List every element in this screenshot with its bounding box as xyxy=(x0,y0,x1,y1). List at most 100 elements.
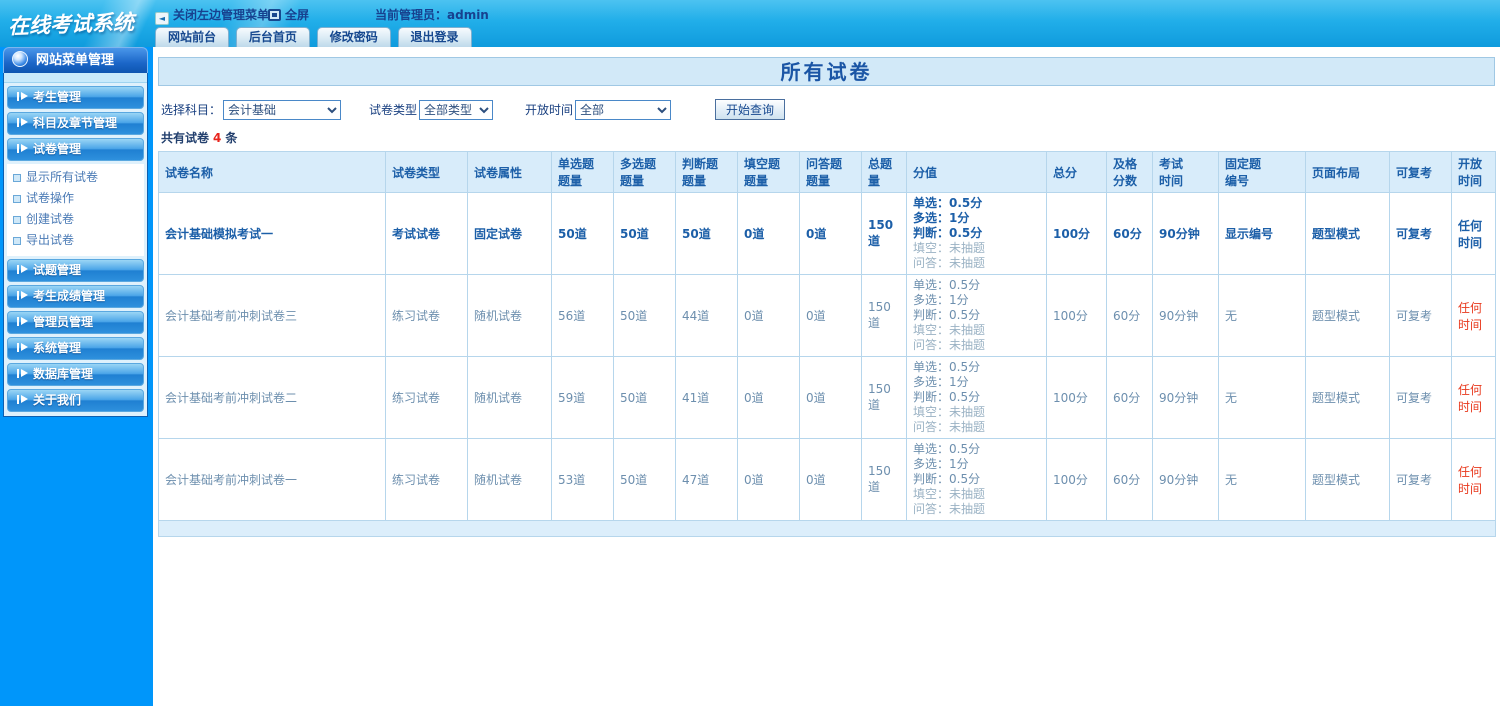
sidebar-group-database[interactable]: 数据库管理 xyxy=(7,363,144,386)
tab-change-password[interactable]: 修改密码 xyxy=(316,27,391,47)
fullscreen-button[interactable]: 全屏 xyxy=(268,6,309,23)
square-bullet-icon xyxy=(13,216,21,224)
col-paper-type: 试卷类型 xyxy=(385,151,468,193)
tab-logout[interactable]: 退出登录 xyxy=(397,27,472,47)
col-single-count: 单选题 题量 xyxy=(551,151,614,193)
group-label: 试题管理 xyxy=(33,263,82,277)
tab-admin-home[interactable]: 后台首页 xyxy=(235,27,310,47)
sidebar-group-questions[interactable]: 试题管理 xyxy=(7,259,144,282)
tab-site-front[interactable]: 网站前台 xyxy=(155,27,230,47)
close-left-menu-button[interactable]: ◄ 关闭左边管理菜单 xyxy=(155,6,269,25)
submenu-paper-operations[interactable]: 试卷操作 xyxy=(13,188,144,209)
col-open-time: 开放时间 xyxy=(1451,151,1496,193)
score-line: 多选：1分 xyxy=(913,293,969,307)
pass-score: 60分 xyxy=(1106,356,1153,439)
score-line: 单选：0.5分 xyxy=(913,196,983,210)
paper-type: 练习试卷 xyxy=(385,356,468,439)
col-paper-name: 试卷名称 xyxy=(158,151,386,193)
subject-select[interactable]: 会计基础 xyxy=(223,100,342,120)
submenu-label: 导出试卷 xyxy=(26,233,75,247)
group-label: 试卷管理 xyxy=(33,142,82,156)
qa-count: 0道 xyxy=(799,438,862,521)
score-line: 单选：0.5分 xyxy=(913,360,981,374)
score-values: 单选：0.5分 多选：1分 判断：0.5分 填空：未抽题 问答：未抽题 xyxy=(906,192,1047,275)
play-icon xyxy=(17,118,28,127)
sidebar-group-system[interactable]: 系统管理 xyxy=(7,337,144,360)
start-query-button[interactable]: 开始查询 xyxy=(715,99,786,120)
square-bullet-icon xyxy=(13,237,21,245)
sidebar-group-subjects[interactable]: 科目及章节管理 xyxy=(7,112,144,135)
paper-type-select[interactable]: 全部类型 xyxy=(419,100,494,120)
group-label: 关于我们 xyxy=(33,393,82,407)
total-count: 150道 xyxy=(861,192,907,275)
paper-count: 共有试卷 4 条 xyxy=(161,129,1500,146)
col-score-values: 分值 xyxy=(906,151,1047,193)
papers-table: 试卷名称 试卷类型 试卷属性 单选题 题量 多选题 题量 判断题 题量 填空题 … xyxy=(158,151,1496,537)
retake: 可复考 xyxy=(1389,274,1452,357)
total-count: 150道 xyxy=(861,438,907,521)
paper-attr: 随机试卷 xyxy=(467,438,552,521)
submenu-show-all-papers[interactable]: 显示所有试卷 xyxy=(13,167,144,188)
total-count: 150道 xyxy=(861,356,907,439)
col-multi-count: 多选题 题量 xyxy=(613,151,676,193)
paper-attr: 随机试卷 xyxy=(467,356,552,439)
papers-table-head: 试卷名称 试卷类型 试卷属性 单选题 题量 多选题 题量 判断题 题量 填空题 … xyxy=(158,151,1496,193)
current-admin-label: 当前管理员：admin xyxy=(375,8,489,22)
retake: 可复考 xyxy=(1389,356,1452,439)
group-label: 管理员管理 xyxy=(33,315,94,329)
sidebar: 网站菜单管理 考生管理 科目及章节管理 试卷管理 显示所有试卷 试卷操作 创建试… xyxy=(0,47,153,706)
score-line: 问答：未抽题 xyxy=(913,420,986,434)
score-line: 多选：1分 xyxy=(913,375,969,389)
sidebar-group-papers[interactable]: 试卷管理 xyxy=(7,138,144,161)
score-line: 多选：1分 xyxy=(913,457,969,471)
sidebar-group-admins[interactable]: 管理员管理 xyxy=(7,311,144,334)
table-row: 会计基础模拟考试一 考试试卷 固定试卷 50道 50道 50道 0道 0道 150道 单选：0.5… xyxy=(158,192,1496,275)
score-line: 判断：0.5分 xyxy=(913,390,981,404)
page-layout: 题型模式 xyxy=(1305,356,1390,439)
time-filter-label: 开放时间 xyxy=(525,103,574,117)
fill-count: 0道 xyxy=(737,356,800,439)
col-pass-score: 及格 分数 xyxy=(1106,151,1153,193)
count-prefix: 共有试卷 xyxy=(161,131,210,145)
sidebar-group-scores[interactable]: 考生成绩管理 xyxy=(7,285,144,308)
play-icon xyxy=(17,144,28,153)
sidebar-group-candidates[interactable]: 考生管理 xyxy=(7,86,144,109)
sidebar-group-about[interactable]: 关于我们 xyxy=(7,389,144,412)
judge-count: 50道 xyxy=(675,192,738,275)
score-line: 判断：0.5分 xyxy=(913,308,981,322)
single-count: 56道 xyxy=(551,274,614,357)
filter-bar: 选择科目： 会计基础 试卷类型 全部类型 开放时间 全部 开始查询 xyxy=(161,99,1500,120)
paper-type: 练习试卷 xyxy=(385,274,468,357)
count-value: 4 xyxy=(213,131,222,145)
col-exam-time: 考试 时间 xyxy=(1152,151,1219,193)
sidebar-header-label: 网站菜单管理 xyxy=(36,53,115,68)
single-count: 59道 xyxy=(551,356,614,439)
multi-count: 50道 xyxy=(613,192,676,275)
pass-score: 60分 xyxy=(1106,274,1153,357)
open-time: 任何时间 xyxy=(1451,356,1496,439)
play-icon xyxy=(17,395,28,404)
group-label: 考生管理 xyxy=(33,90,82,104)
play-icon xyxy=(17,291,28,300)
col-total-score: 总分 xyxy=(1046,151,1107,193)
multi-count: 50道 xyxy=(613,274,676,357)
exam-time: 90分钟 xyxy=(1152,192,1219,275)
paper-name: 会计基础考前冲刺试卷三 xyxy=(158,274,386,357)
top-bar: 在线考试系统 ◄ 关闭左边管理菜单 全屏 当前管理员：admin 网站前台 后台首… xyxy=(0,0,1500,47)
score-values: 单选：0.5分 多选：1分 判断：0.5分 填空：未抽题 问答：未抽题 xyxy=(906,274,1047,357)
score-line: 单选：0.5分 xyxy=(913,442,981,456)
type-filter-label: 试卷类型 xyxy=(369,103,418,117)
score-line: 多选：1分 xyxy=(913,211,970,225)
fill-count: 0道 xyxy=(737,192,800,275)
qa-count: 0道 xyxy=(799,274,862,357)
fill-count: 0道 xyxy=(737,438,800,521)
submenu-create-paper[interactable]: 创建试卷 xyxy=(13,209,144,230)
page-layout: 题型模式 xyxy=(1305,438,1390,521)
score-line: 问答：未抽题 xyxy=(913,502,986,516)
col-retake: 可复考 xyxy=(1389,151,1452,193)
open-time-select[interactable]: 全部 xyxy=(575,100,672,120)
topbar-tabs: 网站前台 后台首页 修改密码 退出登录 xyxy=(155,27,475,47)
score-line: 填空：未抽题 xyxy=(913,323,986,337)
submenu-export-paper[interactable]: 导出试卷 xyxy=(13,230,144,251)
paper-attr: 固定试卷 xyxy=(467,192,552,275)
